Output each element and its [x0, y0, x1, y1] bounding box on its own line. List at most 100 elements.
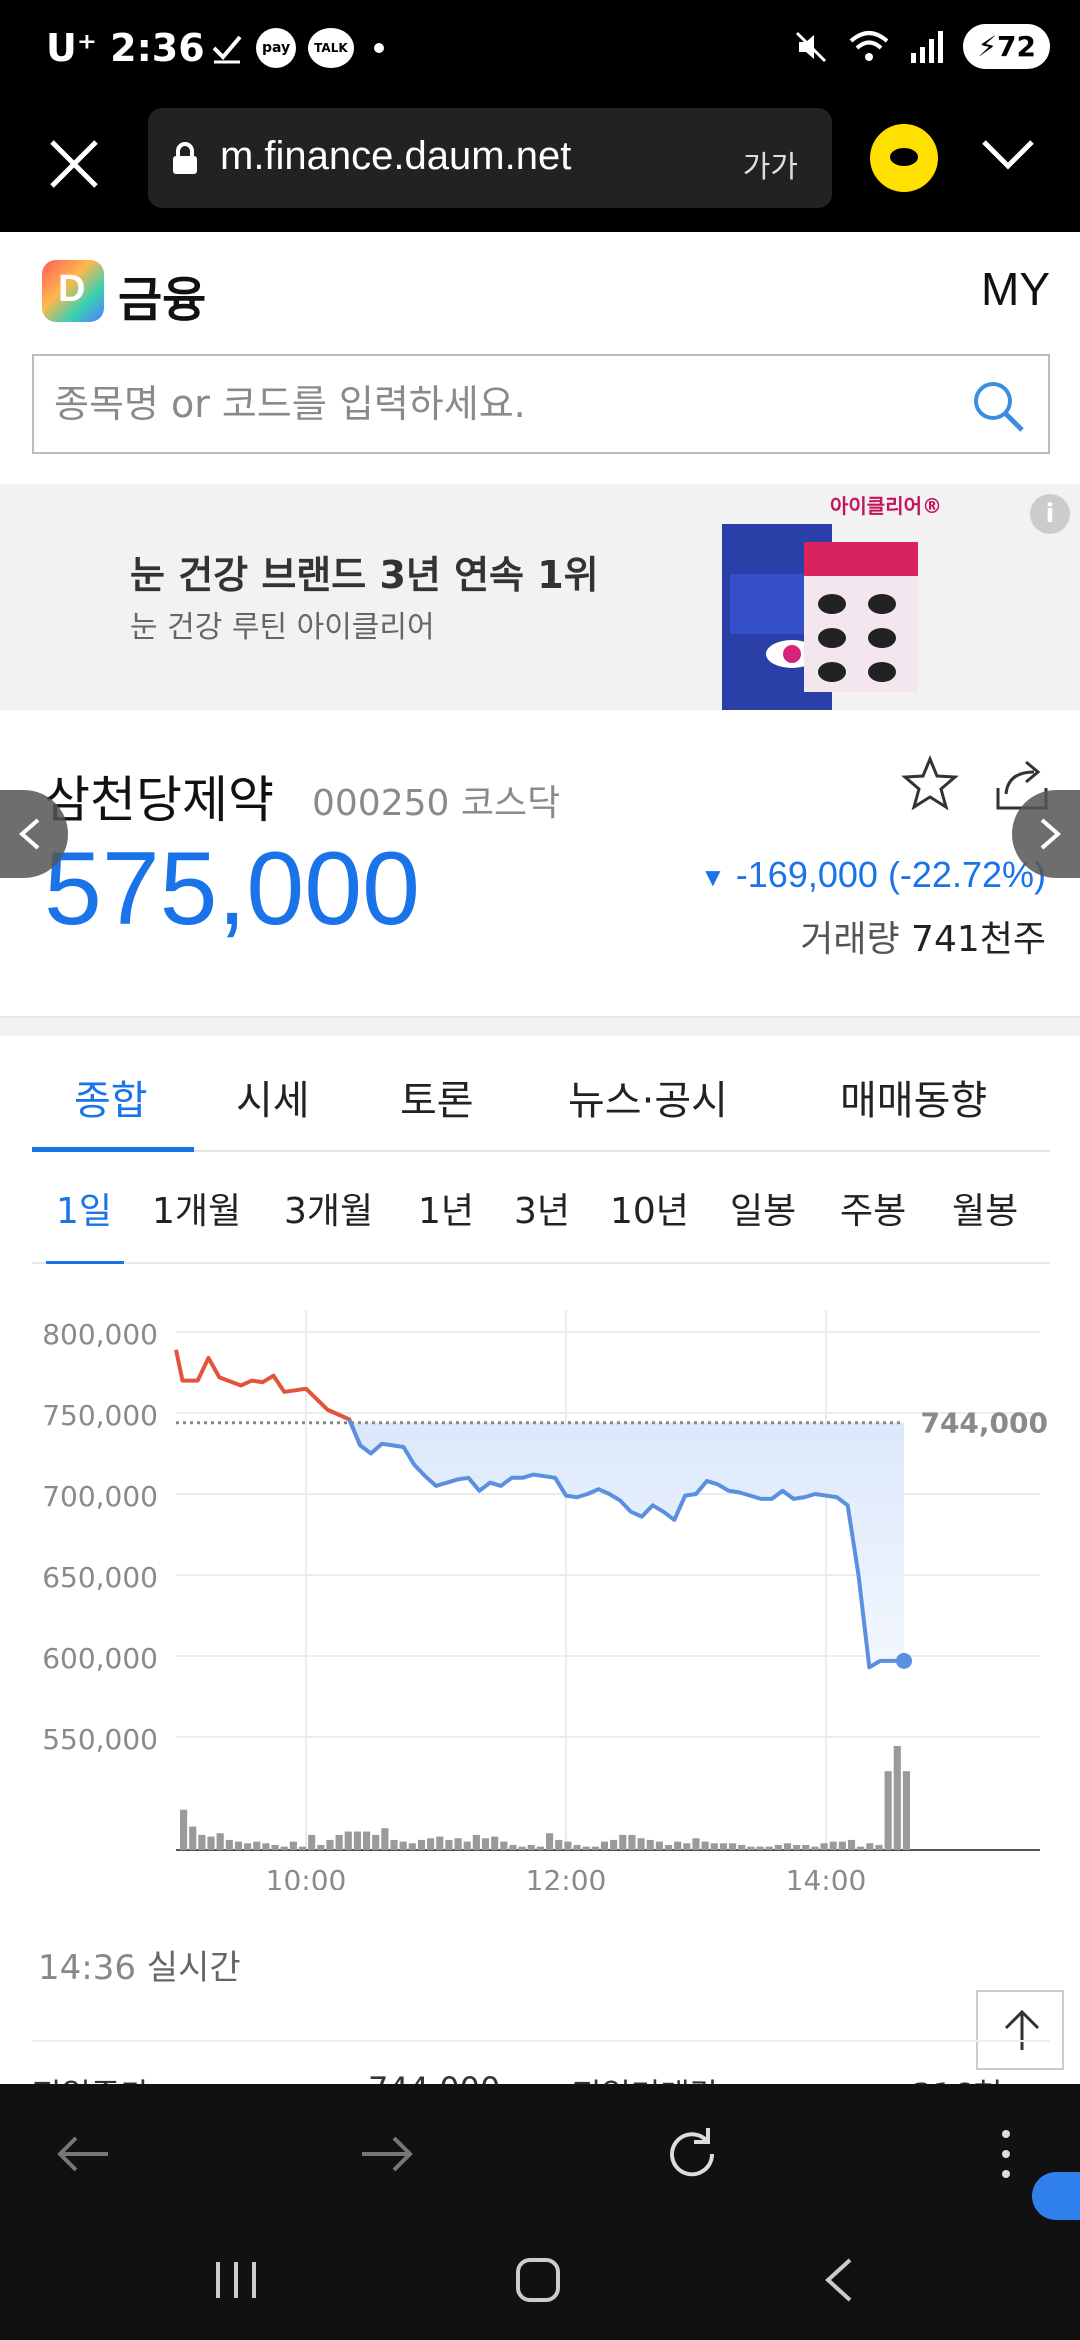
lock-icon — [173, 142, 197, 174]
y-tick-label: 800,000 — [42, 1318, 158, 1351]
volume-bar — [875, 1844, 883, 1850]
volume-bar — [289, 1841, 297, 1850]
volume-bar — [317, 1844, 325, 1850]
price-info-table: 전일종가 744,000 전일거래량 316천 — [32, 2040, 1050, 2084]
volume-bar — [546, 1833, 554, 1850]
volume-bar — [326, 1839, 334, 1850]
reload-icon[interactable] — [662, 2124, 722, 2184]
volume-bar — [884, 1771, 892, 1850]
volume-bar — [427, 1838, 435, 1850]
period-weekly-candle[interactable]: 주봉 — [840, 1182, 906, 1234]
volume-bar — [536, 1846, 544, 1850]
volume-bar — [710, 1843, 718, 1850]
volume-bar — [344, 1831, 352, 1850]
chevron-right-icon — [1040, 818, 1062, 850]
chat-bubble-icon[interactable] — [1032, 2172, 1080, 2220]
period-3y[interactable]: 3년 — [514, 1182, 570, 1234]
volume-bar — [216, 1833, 224, 1850]
volume-bar — [765, 1846, 773, 1850]
site-header: 금융 MY — [0, 232, 1080, 342]
kakao-icon[interactable] — [870, 124, 938, 192]
home-icon[interactable] — [508, 2254, 568, 2306]
volume-bar — [518, 1846, 526, 1850]
volume-bar — [619, 1834, 627, 1850]
chevron-left-icon — [18, 818, 40, 850]
ad-banner[interactable]: 눈 건강 브랜드 3년 연속 1위 눈 건강 루틴 아이클리어 아이클리어® i — [0, 484, 1080, 710]
search-input[interactable] — [54, 374, 954, 434]
volume-bar — [692, 1838, 700, 1850]
volume-bar — [902, 1771, 910, 1850]
volume-bar — [893, 1746, 901, 1850]
volume-bar — [509, 1844, 517, 1850]
period-1m[interactable]: 1개월 — [152, 1182, 241, 1234]
intraday-chart[interactable]: 800,000 750,000 700,000 650,000 600,000 550,0… — [0, 1290, 1080, 1897]
volume-bar — [436, 1836, 444, 1850]
search-bar — [32, 354, 1050, 454]
volume-bar — [738, 1844, 746, 1850]
ad-info-icon[interactable]: i — [1030, 494, 1070, 534]
active-period-indicator — [46, 1261, 124, 1264]
close-icon[interactable] — [44, 134, 104, 194]
url-text[interactable]: m.finance.daum.net — [220, 134, 571, 179]
tab-overview[interactable]: 종합 — [74, 1068, 148, 1126]
address-bar[interactable]: m.finance.daum.net 가가 — [148, 108, 832, 208]
more-vertical-icon[interactable] — [976, 2124, 1036, 2184]
volume-bar — [866, 1843, 874, 1850]
tab-discussion[interactable]: 토론 — [400, 1068, 474, 1126]
mute-icon — [796, 31, 827, 62]
volume-bar — [783, 1843, 792, 1850]
volume-bar — [747, 1846, 755, 1850]
back-arrow-icon[interactable] — [54, 2124, 114, 2184]
volume-bar — [802, 1844, 810, 1850]
volume-bar — [198, 1834, 206, 1850]
browser-toolbar — [0, 2084, 1080, 2220]
volume-bar — [829, 1841, 837, 1850]
volume-bar — [244, 1843, 252, 1850]
search-icon[interactable] — [970, 378, 1026, 434]
tab-quotes[interactable]: 시세 — [236, 1068, 310, 1126]
back-icon[interactable] — [810, 2254, 870, 2306]
volume-bar — [600, 1841, 609, 1850]
volume-bar — [857, 1846, 865, 1850]
volume-bar — [180, 1809, 188, 1850]
volume-bar — [298, 1846, 307, 1850]
volume-bar — [408, 1843, 416, 1850]
period-3m[interactable]: 3개월 — [284, 1182, 373, 1234]
volume-bar — [811, 1846, 819, 1850]
talk-icon: TALK — [308, 28, 354, 68]
carrier-label: U⁺ — [46, 26, 97, 70]
period-monthly-candle[interactable]: 월봉 — [952, 1182, 1018, 1234]
main-tabs: 종합 시세 토론 뉴스·공시 매매동향 — [32, 1040, 1050, 1152]
daum-logo-icon[interactable] — [42, 260, 104, 322]
volume-bar — [234, 1841, 243, 1850]
x-tick-label: 12:00 — [526, 1864, 607, 1890]
period-1d[interactable]: 1일 — [56, 1182, 112, 1234]
period-1y[interactable]: 1년 — [418, 1182, 474, 1234]
my-button[interactable]: MY — [981, 262, 1050, 316]
forward-arrow-icon[interactable] — [356, 2124, 416, 2184]
volume-bar — [280, 1846, 288, 1850]
period-daily-candle[interactable]: 일봉 — [730, 1182, 796, 1234]
volume-bar — [582, 1846, 590, 1850]
volume-bar — [500, 1841, 508, 1850]
battery-indicator: ⚡72 — [963, 24, 1050, 69]
price-chart-svg: 800,000 750,000 700,000 650,000 600,000 550,0… — [42, 1310, 1048, 1897]
prev-close-value: 744,000 — [368, 2070, 500, 2084]
system-icons: ⚡72 — [793, 24, 1050, 69]
price-change: ▼ -169,000 (-22.72%) — [700, 854, 1046, 895]
volume-bar — [610, 1839, 618, 1850]
tab-news[interactable]: 뉴스·공시 — [568, 1068, 728, 1126]
period-10y[interactable]: 10년 — [610, 1182, 689, 1234]
volume-bar — [353, 1831, 361, 1850]
chevron-down-icon[interactable] — [980, 136, 1036, 176]
tab-trading-trend[interactable]: 매매동향 — [840, 1068, 987, 1126]
site-title[interactable]: 금융 — [118, 260, 206, 330]
recent-apps-icon[interactable] — [206, 2254, 266, 2306]
section-divider — [0, 1016, 1080, 1036]
notification-icons: pay TALK — [210, 28, 384, 68]
volume-bar — [253, 1841, 261, 1850]
volume-bar — [637, 1838, 645, 1850]
volume-bar — [189, 1826, 197, 1850]
star-icon[interactable] — [900, 754, 960, 814]
text-size-button[interactable]: 가가 — [743, 142, 798, 186]
